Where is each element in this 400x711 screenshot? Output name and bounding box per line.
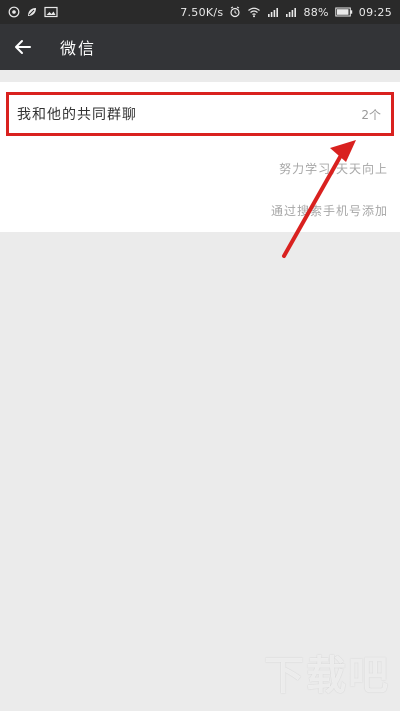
status-left-icons bbox=[8, 6, 58, 18]
watermark-logo: 下载吧 bbox=[264, 653, 390, 699]
common-groups-count: 2个 bbox=[361, 107, 381, 122]
common-groups-label: 我和他的共同群聊 bbox=[17, 107, 137, 123]
alarm-icon bbox=[229, 6, 241, 18]
clock: 09:25 bbox=[358, 5, 392, 19]
common-groups-row[interactable]: 我和他的共同群聊 2个 bbox=[6, 92, 394, 136]
battery-icon bbox=[335, 7, 353, 17]
image-icon bbox=[44, 6, 58, 18]
content-card: 我和他的共同群聊 2个 努力学习,天天向上 通过搜索手机号添加 bbox=[0, 82, 400, 232]
back-arrow-icon[interactable] bbox=[12, 36, 34, 58]
leaf-icon bbox=[26, 6, 38, 18]
wifi-icon bbox=[247, 6, 261, 18]
battery-percent: 88% bbox=[303, 5, 329, 19]
status-bar: 7.50K/s 88% 09:25 bbox=[0, 0, 400, 24]
network-speed: 7.50K/s bbox=[180, 5, 224, 19]
top-app-bar: 微信 bbox=[0, 24, 400, 70]
signal-icon-2 bbox=[285, 6, 297, 18]
signal-icon-1 bbox=[267, 6, 279, 18]
page-title: 微信 bbox=[60, 39, 97, 58]
notification-icon bbox=[8, 6, 20, 18]
status-right-icons: 7.50K/s 88% 09:25 bbox=[180, 6, 392, 19]
source-text: 通过搜索手机号添加 bbox=[270, 204, 388, 218]
signature-text: 努力学习,天天向上 bbox=[279, 162, 388, 176]
